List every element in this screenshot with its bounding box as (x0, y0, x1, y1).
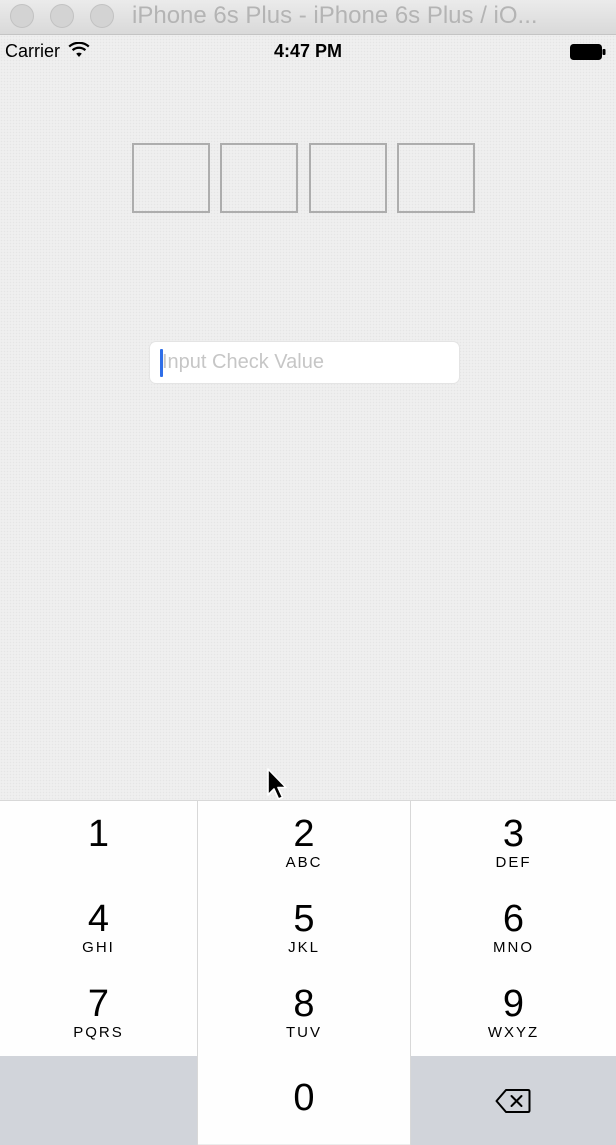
key-3[interactable]: 3 DEF (411, 801, 616, 886)
device-screen: Carrier 4:47 PM Input Check Value 1 2 AB… (0, 35, 616, 1145)
key-blank (0, 1056, 197, 1145)
status-time: 4:47 PM (273, 41, 343, 61)
key-digit: 0 (293, 1077, 315, 1119)
key-digit: 6 (502, 898, 525, 940)
key-digit: 9 (502, 983, 525, 1025)
key-letters: GHI (82, 939, 115, 956)
delete-key[interactable] (411, 1056, 616, 1145)
key-letters: TUV (286, 1024, 322, 1041)
minimize-window-button[interactable] (50, 4, 74, 28)
backspace-icon (495, 1089, 531, 1113)
code-box-3[interactable] (309, 143, 387, 213)
zoom-window-button[interactable] (90, 4, 114, 28)
key-letters: MNO (493, 939, 534, 956)
status-bar: Carrier 4:47 PM (0, 35, 616, 69)
key-letters: WXYZ (487, 1024, 540, 1041)
key-digit: 2 (293, 813, 315, 855)
mouse-pointer-icon (267, 768, 287, 800)
key-6[interactable]: 6 MNO (411, 886, 616, 971)
key-9[interactable]: 9 WXYZ (411, 971, 616, 1056)
key-digit: 1 (87, 813, 110, 855)
key-letters: DEF (495, 854, 532, 871)
key-5[interactable]: 5 JKL (197, 886, 411, 971)
key-digit: 8 (293, 983, 315, 1025)
code-box-4[interactable] (397, 143, 475, 213)
battery-icon (570, 44, 606, 60)
key-letters: PQRS (73, 1024, 124, 1041)
numeric-keypad: 1 2 ABC 3 DEF 4 GHI 5 JKL 6 MNO 7 PQRS 8 (0, 800, 616, 1145)
close-window-button[interactable] (10, 4, 34, 28)
key-digit: 5 (293, 898, 315, 940)
key-2[interactable]: 2 ABC (197, 801, 411, 886)
simulator-title-bar: iPhone 6s Plus - iPhone 6s Plus / iO... (0, 0, 616, 35)
key-8[interactable]: 8 TUV (197, 971, 411, 1056)
key-0[interactable]: 0 (197, 1056, 411, 1145)
key-digit: 4 (87, 898, 110, 940)
key-digit: 3 (502, 813, 525, 855)
code-box-2[interactable] (220, 143, 298, 213)
key-1[interactable]: 1 (0, 801, 197, 886)
window-title: iPhone 6s Plus - iPhone 6s Plus / iO... (132, 2, 538, 29)
key-letters: JKL (288, 939, 320, 956)
key-7[interactable]: 7 PQRS (0, 971, 197, 1056)
key-letters: ABC (285, 854, 323, 871)
check-value-input[interactable]: Input Check Value (149, 341, 460, 384)
key-4[interactable]: 4 GHI (0, 886, 197, 971)
key-digit: 7 (87, 983, 110, 1025)
code-box-1[interactable] (132, 143, 210, 213)
check-value-placeholder: Input Check Value (162, 351, 324, 373)
